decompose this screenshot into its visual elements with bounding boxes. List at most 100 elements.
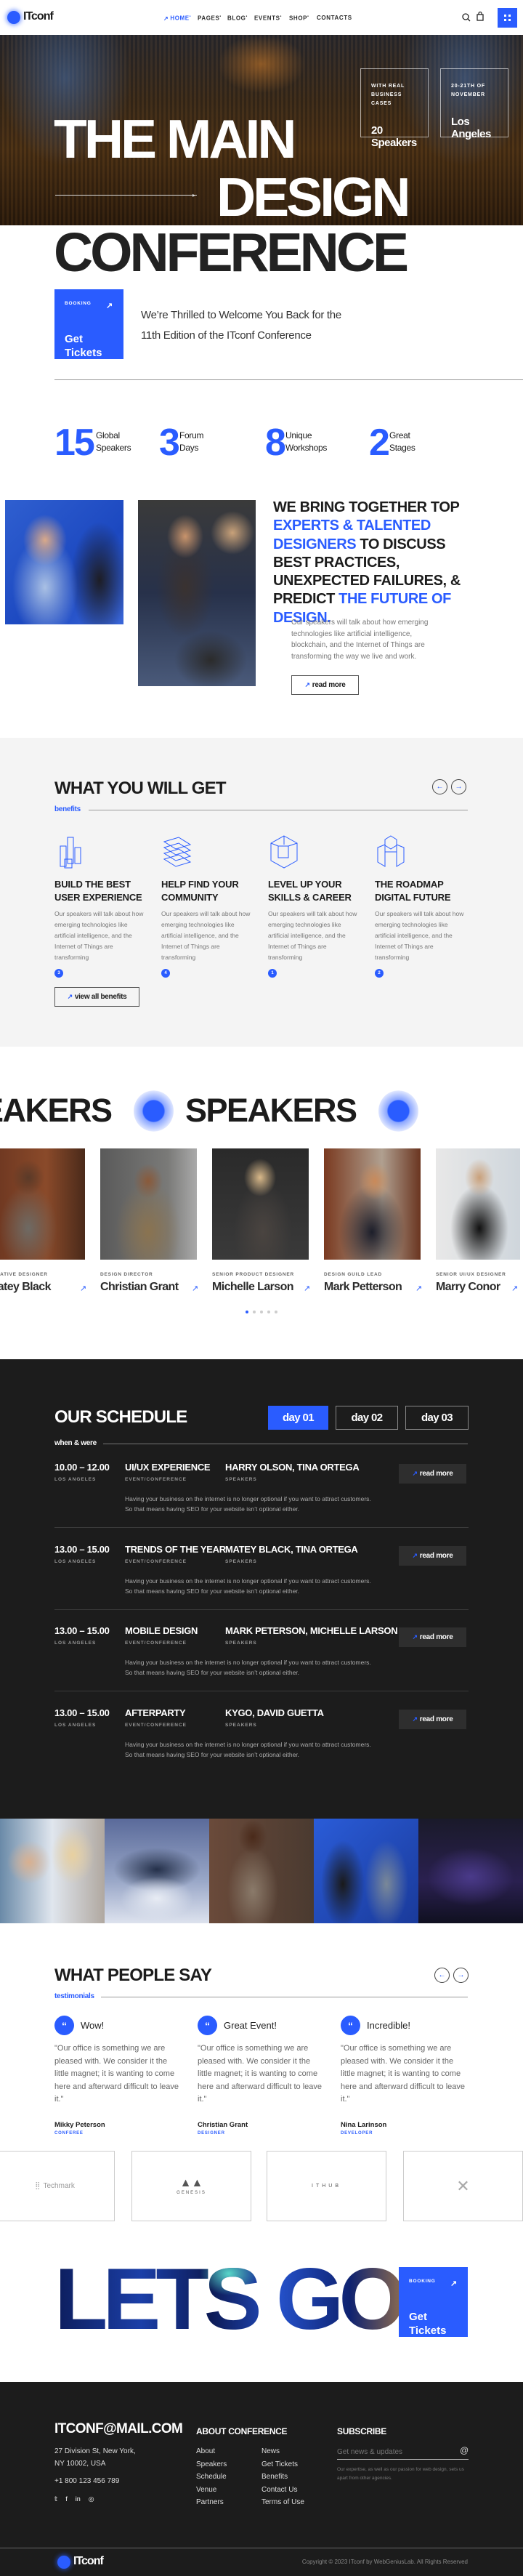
- benefit-title-line: HELP FIND YOUR: [161, 879, 239, 890]
- footer-link-news[interactable]: News: [262, 2447, 280, 2455]
- nav-item-shop[interactable]: SHOP•: [289, 15, 309, 22]
- tab-day-2[interactable]: day 02: [336, 1406, 398, 1430]
- footer-link-get-tickets[interactable]: Get Tickets: [262, 2460, 298, 2468]
- nav-item-home[interactable]: ↗ HOME•: [163, 15, 191, 22]
- footer-link-schedule[interactable]: Schedule: [196, 2473, 227, 2481]
- speaker-card[interactable]: DESIGN DIRECTOR Christian Grant ↗: [100, 1148, 209, 1297]
- partner-logo[interactable]: ✕: [403, 2151, 523, 2221]
- stat-label-line: Speakers: [96, 443, 131, 453]
- tab-day-1[interactable]: day 01: [268, 1406, 328, 1430]
- partner-logo[interactable]: ITHUB: [267, 2151, 386, 2221]
- footer-link-terms-of-use[interactable]: Terms of Use: [262, 2498, 304, 2506]
- stat-label-line: Stages: [389, 443, 415, 453]
- speaker-name[interactable]: Michelle Larson: [212, 1281, 294, 1294]
- nav-item-events[interactable]: EVENTS•: [254, 15, 282, 22]
- speaker-name[interactable]: Matey Black: [0, 1281, 52, 1294]
- read-more-button[interactable]: ↗ read more: [399, 1464, 466, 1484]
- nav-item-blog[interactable]: BLOG•: [227, 15, 248, 22]
- arrow-up-right-icon[interactable]: ↗: [80, 1284, 86, 1293]
- speaker-name[interactable]: Christian Grant: [100, 1281, 179, 1294]
- at-icon[interactable]: @: [460, 2445, 469, 2455]
- speaker-card[interactable]: DESIGN GUILD LEAD Mark Petterson ↗: [324, 1148, 433, 1297]
- speaker-card[interactable]: SENIOR UI/UX DESIGNER Marry Conor ↗: [436, 1148, 520, 1297]
- phone[interactable]: +1 800 123 456 789: [54, 2477, 119, 2485]
- next-arrow-button[interactable]: →: [451, 779, 466, 794]
- speaker-photo[interactable]: [324, 1148, 421, 1260]
- partner-logo[interactable]: ▲▲ GENESIS: [131, 2151, 251, 2221]
- arrow-up-right-icon[interactable]: ↗: [415, 1284, 422, 1293]
- nav-item-label: SHOP: [289, 15, 308, 22]
- footer-link-venue[interactable]: Venue: [196, 2486, 216, 2494]
- stat-number: 15: [54, 422, 95, 464]
- dropdown-indicator-icon: •: [219, 15, 222, 19]
- testimonials-title: WHAT PEOPLE SAY: [54, 1965, 212, 1985]
- sparkle-icon: [134, 1090, 174, 1132]
- menu-button[interactable]: [498, 8, 517, 28]
- pagination-dot[interactable]: [267, 1311, 270, 1313]
- speaker-card[interactable]: CREATIVE DESIGNER Matey Black ↗: [0, 1148, 97, 1297]
- get-tickets-button[interactable]: BOOKING ↗ Get Tickets: [399, 2267, 468, 2337]
- stat-number: 3: [159, 422, 180, 464]
- footer-link-speakers[interactable]: Speakers: [196, 2460, 227, 2468]
- prev-arrow-button[interactable]: ←: [434, 1968, 450, 1983]
- read-more-button[interactable]: ↗ read more: [291, 675, 359, 695]
- speaker-role: CREATIVE DESIGNER: [0, 1272, 48, 1277]
- footer-link-partners[interactable]: Partners: [196, 2498, 224, 2506]
- footer-link-benefits[interactable]: Benefits: [262, 2473, 288, 2481]
- tab-day-3[interactable]: day 03: [405, 1406, 469, 1430]
- arrow-up-right-icon[interactable]: ↗: [304, 1284, 310, 1293]
- subscribe-email-input[interactable]: [337, 2446, 457, 2458]
- partner-logo[interactable]: ⣿ Techmark: [0, 2151, 115, 2221]
- arrow-up-right-icon[interactable]: ↗: [511, 1284, 518, 1293]
- isometric-cross-icon: [375, 834, 407, 871]
- nav-item-pages[interactable]: PAGES•: [198, 15, 222, 22]
- quote-icon: “: [341, 2016, 360, 2035]
- read-more-button[interactable]: ↗ read more: [399, 1709, 466, 1729]
- input-underline: [337, 2459, 469, 2460]
- pagination-dot[interactable]: [253, 1311, 256, 1313]
- benefit-title: LEVEL UP YOUR SKILLS & CAREER: [268, 878, 362, 904]
- speaker-photo[interactable]: [212, 1148, 309, 1260]
- session-title: AFTERPARTY: [125, 1707, 186, 1718]
- read-more-button[interactable]: ↗ read more: [399, 1627, 466, 1647]
- prev-arrow-button[interactable]: ←: [432, 779, 447, 794]
- nav-item-label: BLOG: [227, 15, 246, 22]
- pagination-dot[interactable]: [246, 1311, 248, 1313]
- session-description: Having your business on the internet is …: [125, 1577, 371, 1595]
- speaker-card[interactable]: SENIOR PRODUCT DESIGNER Michelle Larson ↗: [212, 1148, 321, 1297]
- speaker-role: SENIOR PRODUCT DESIGNER: [212, 1272, 295, 1277]
- instagram-icon[interactable]: ◎: [89, 2495, 94, 2503]
- divider: [54, 379, 523, 380]
- session-time: 13.00 – 15.00: [54, 1625, 110, 1636]
- session-place: LOS ANGELES: [54, 1558, 97, 1564]
- footer-email[interactable]: ITCONF@MAIL.COM: [54, 2421, 183, 2437]
- get-tickets-label: Get Tickets: [409, 2311, 447, 2337]
- speaker-photo[interactable]: [436, 1148, 520, 1260]
- speaker-photo[interactable]: [100, 1148, 197, 1260]
- get-tickets-button[interactable]: BOOKING ↗ Get Tickets: [54, 289, 123, 359]
- linkedin-icon[interactable]: in: [76, 2495, 81, 2503]
- footer-link-about[interactable]: About: [196, 2447, 215, 2455]
- view-all-benefits-button[interactable]: ↗ view all benefits: [54, 987, 139, 1007]
- speaker-name[interactable]: Mark Petterson: [324, 1281, 402, 1294]
- logo[interactable]: ITconf: [23, 10, 54, 23]
- session-description: Having your business on the internet is …: [125, 1740, 371, 1758]
- search-icon[interactable]: [462, 12, 471, 22]
- footer-link-contact-us[interactable]: Contact Us: [262, 2486, 297, 2494]
- arrow-up-right-icon[interactable]: ↗: [192, 1284, 198, 1293]
- cart-icon[interactable]: [477, 11, 484, 21]
- testimonial-title: Wow!: [81, 2020, 105, 2031]
- read-more-button[interactable]: ↗ read more: [399, 1545, 466, 1566]
- arrow-up-right-icon: ↗: [304, 681, 311, 688]
- next-arrow-button[interactable]: →: [453, 1968, 469, 1983]
- footer-logo[interactable]: ITconf: [73, 2555, 104, 2568]
- pagination-dot[interactable]: [260, 1311, 263, 1313]
- speaker-name[interactable]: Marry Conor: [436, 1281, 500, 1294]
- speaker-photo[interactable]: [0, 1148, 85, 1260]
- pagination-dot[interactable]: [275, 1311, 277, 1313]
- session-type: EVENT/CONFERENCE: [125, 1641, 187, 1646]
- twitter-icon[interactable]: 𝕥: [54, 2495, 57, 2503]
- benefit-number-badge: 1: [268, 969, 277, 978]
- nav-item-contacts[interactable]: CONTACTS: [317, 15, 352, 21]
- facebook-icon[interactable]: f: [65, 2495, 68, 2503]
